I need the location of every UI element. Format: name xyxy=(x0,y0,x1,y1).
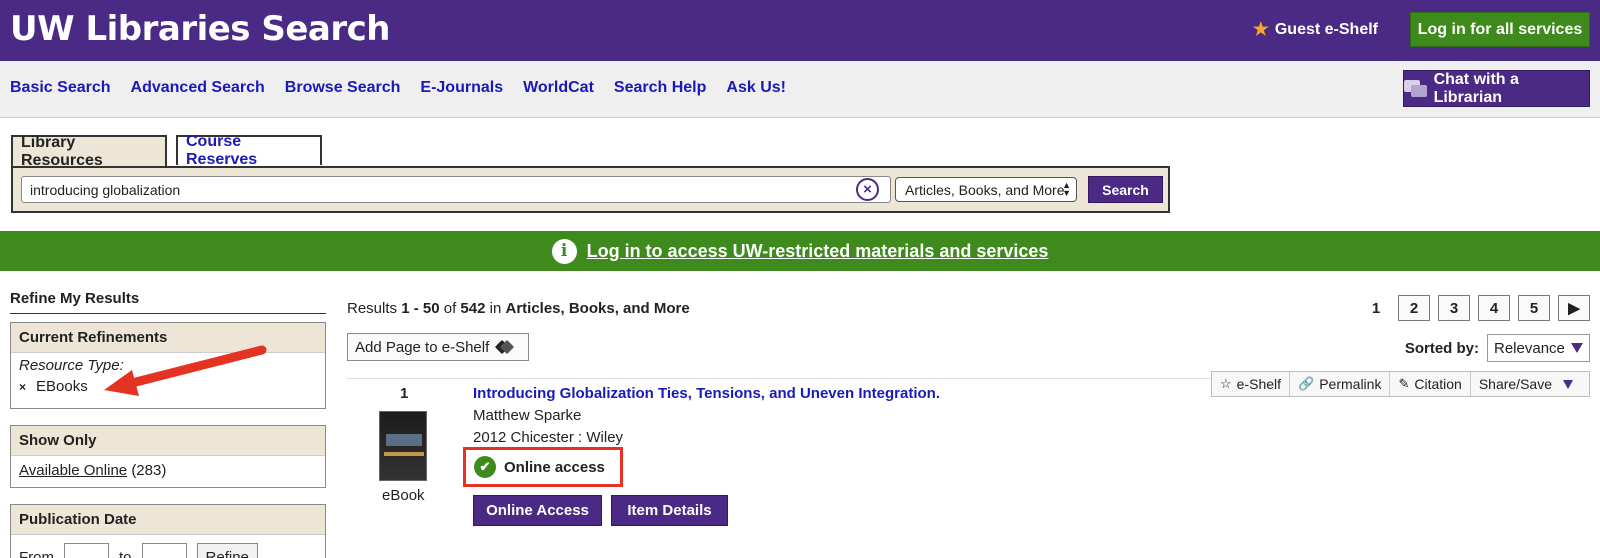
sort-select[interactable]: Relevance xyxy=(1487,334,1590,362)
item-details-button[interactable]: Item Details xyxy=(611,495,728,526)
caret-down-icon xyxy=(1563,379,1573,389)
citation-action[interactable]: ✎ Citation xyxy=(1390,372,1471,396)
refinement-value: × EBooks xyxy=(11,376,325,397)
nav-search-help[interactable]: Search Help xyxy=(614,79,706,97)
online-access-status: ✔ Online access xyxy=(463,447,623,487)
result-record: 1 eBook Introducing Globalization Ties, … xyxy=(347,371,1590,548)
from-year-input[interactable] xyxy=(64,543,109,558)
permalink-action-label: Permalink xyxy=(1319,376,1382,392)
publication-date-panel: Publication Date From to Refine xyxy=(10,504,326,558)
nav-basic-search[interactable]: Basic Search xyxy=(10,79,111,97)
results-total: 542 xyxy=(460,300,486,317)
refinement-value-label: EBooks xyxy=(36,378,88,395)
search-button[interactable]: Search xyxy=(1088,176,1163,203)
eshelf-action-label: e-Shelf xyxy=(1236,376,1282,392)
refine-results-title: Refine My Results xyxy=(10,290,326,314)
select-arrows-icon: ▲ ▼ xyxy=(1062,180,1071,198)
guest-eshelf-link[interactable]: ★ Guest e-Shelf xyxy=(1253,19,1378,40)
results-scope: Articles, Books, and More xyxy=(505,300,690,317)
tag-icon xyxy=(497,340,513,354)
clear-search-icon[interactable]: × xyxy=(856,178,879,201)
tab-library-resources[interactable]: Library Resources xyxy=(11,134,167,169)
scope-select-value: Articles, Books, and More xyxy=(905,181,1065,198)
page-5[interactable]: 5 xyxy=(1518,295,1550,321)
to-year-input[interactable] xyxy=(141,543,187,558)
login-banner: i Log in to access UW-restricted materia… xyxy=(0,231,1600,271)
refinement-type-label: Resource Type: xyxy=(19,357,124,374)
nav-ejournals[interactable]: E-Journals xyxy=(420,79,503,97)
online-access-status-label: Online access xyxy=(504,458,605,476)
current-refinements-panel: Current Refinements Resource Type: × EBo… xyxy=(10,322,326,409)
permalink-action[interactable]: 🔗 Permalink xyxy=(1290,372,1391,396)
book-cover-thumbnail[interactable] xyxy=(379,411,427,481)
record-title-link[interactable]: Introducing Globalization Ties, Tensions… xyxy=(473,385,940,402)
online-access-button[interactable]: Online Access xyxy=(473,495,602,526)
pencil-icon: ✎ xyxy=(1398,376,1410,391)
search-box: × Articles, Books, and More ▲▼ Search xyxy=(11,166,1170,213)
record-author: Matthew Sparke xyxy=(473,407,582,424)
nav-worldcat[interactable]: WorldCat xyxy=(523,79,594,97)
sort-control: Sorted by: Relevance xyxy=(1405,334,1590,362)
sorted-by-label: Sorted by: xyxy=(1404,339,1479,357)
available-online-count: (283) xyxy=(131,462,167,479)
record-publication: 2012 Chicester : Wiley xyxy=(473,429,624,446)
nav-advanced-search[interactable]: Advanced Search xyxy=(131,79,265,97)
tab-course-reserves[interactable]: Course Reserves xyxy=(176,133,322,168)
search-input[interactable] xyxy=(21,176,891,203)
pagination: 1 2 3 4 5 ▶ xyxy=(1362,295,1590,321)
show-only-heading: Show Only xyxy=(11,426,325,456)
record-format: eBook xyxy=(382,487,425,504)
available-online-link[interactable]: Available Online xyxy=(19,462,127,479)
scope-select[interactable]: Articles, Books, and More ▲ ▼ xyxy=(895,177,1077,202)
page-3[interactable]: 3 xyxy=(1438,295,1470,321)
main-nav: Basic Search Advanced Search Browse Sear… xyxy=(0,61,1600,118)
results-prefix: Results xyxy=(347,300,398,317)
caret-down-icon xyxy=(1571,343,1583,353)
publication-date-row: From to Refine xyxy=(11,535,325,558)
check-icon: ✔ xyxy=(474,456,496,478)
nav-ask-us[interactable]: Ask Us! xyxy=(726,79,786,97)
publication-date-heading: Publication Date xyxy=(11,505,325,535)
record-number: 1 xyxy=(400,385,409,402)
share-save-action[interactable]: Share/Save xyxy=(1471,372,1581,396)
eshelf-action[interactable]: ☆ e-Shelf xyxy=(1212,372,1291,396)
link-icon: 🔗 xyxy=(1298,376,1315,391)
sort-select-value: Relevance xyxy=(1494,339,1565,357)
guest-eshelf-label: Guest e-Shelf xyxy=(1274,20,1378,38)
citation-action-label: Citation xyxy=(1414,376,1462,392)
add-page-to-eshelf-button[interactable]: Add Page to e-Shelf xyxy=(347,333,529,361)
star-outline-icon: ☆ xyxy=(1220,376,1232,391)
top-header: UW Libraries Search ★ Guest e-Shelf Log … xyxy=(0,0,1600,61)
page-4[interactable]: 4 xyxy=(1478,295,1510,321)
page-current: 1 xyxy=(1371,299,1381,317)
nav-browse-search[interactable]: Browse Search xyxy=(285,79,401,97)
results-in: in xyxy=(489,300,502,317)
current-refinements-heading: Current Refinements xyxy=(11,323,325,353)
refine-button[interactable]: Refine xyxy=(196,543,258,558)
login-all-services-button[interactable]: Log in for all services xyxy=(1410,12,1590,47)
results-range: 1 - 50 xyxy=(401,300,440,317)
chat-label: Chat with a Librarian xyxy=(1433,70,1519,106)
star-icon: ★ xyxy=(1252,19,1269,39)
chat-icon xyxy=(1404,79,1428,98)
results-of: of xyxy=(443,300,457,317)
results-summary: Results 1 - 50 of 542 in Articles, Books… xyxy=(347,300,690,317)
to-label: to xyxy=(119,548,132,558)
share-save-action-label: Share/Save xyxy=(1478,376,1552,392)
info-icon: i xyxy=(551,238,577,264)
show-only-row: Available Online (283) xyxy=(11,456,325,485)
login-banner-link[interactable]: Log in to access UW-restricted materials… xyxy=(587,241,1049,262)
page-2[interactable]: 2 xyxy=(1398,295,1430,321)
show-only-panel: Show Only Available Online (283) xyxy=(10,425,326,488)
chat-with-librarian-button[interactable]: Chat with a Librarian xyxy=(1403,70,1590,107)
remove-refinement-icon[interactable]: × xyxy=(19,380,26,394)
next-arrow-icon[interactable]: ▶ xyxy=(1558,295,1590,321)
from-label: From xyxy=(19,548,54,558)
record-actions-bar: ☆ e-Shelf 🔗 Permalink ✎ Citation Share/S… xyxy=(1211,371,1590,397)
add-page-label: Add Page to e-Shelf xyxy=(355,338,490,356)
site-title[interactable]: UW Libraries Search xyxy=(10,9,391,49)
